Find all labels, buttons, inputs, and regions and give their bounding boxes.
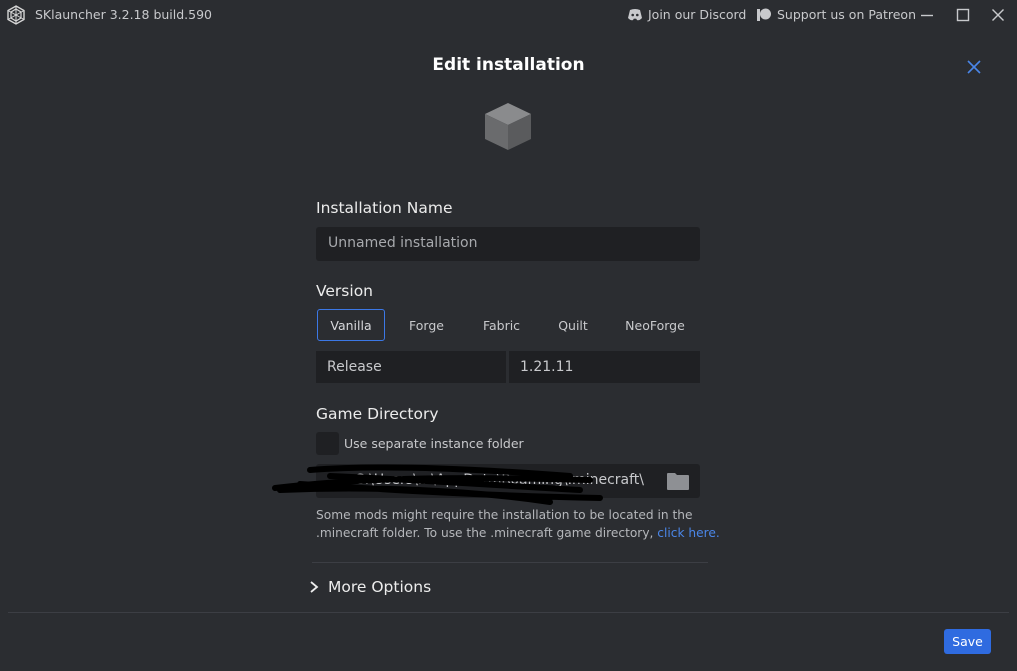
installation-name-label: Installation Name (316, 199, 453, 217)
footer-divider (8, 612, 1009, 613)
dialog-close-icon[interactable] (965, 58, 983, 76)
discord-icon (628, 8, 642, 20)
chevron-right-icon (310, 581, 319, 593)
dialog-title: Edit installation (432, 55, 585, 75)
tab-vanilla[interactable]: Vanilla (317, 309, 385, 341)
maximize-button[interactable] (953, 5, 973, 25)
separate-instance-label: Use separate instance folder (344, 436, 524, 451)
patreon-link-label: Support us on Patreon (777, 7, 917, 22)
folder-icon[interactable] (666, 471, 690, 491)
window-close-button[interactable] (988, 5, 1008, 25)
game-directory-input[interactable]: C:\Users\...\AppData\Roaming\.minecraft\ (316, 464, 700, 498)
separate-instance-checkbox[interactable] (316, 432, 339, 455)
game-directory-path: C:\Users\...\AppData\Roaming\.minecraft\ (354, 472, 644, 488)
more-options-toggle[interactable]: More Options (308, 578, 431, 596)
save-button[interactable]: Save (944, 629, 991, 654)
installation-name-input[interactable]: Unnamed installation (316, 227, 700, 261)
tab-fabric[interactable]: Fabric (470, 309, 533, 341)
discord-link[interactable]: Join our Discord (627, 7, 746, 22)
tab-neoforge[interactable]: NeoForge (614, 309, 696, 341)
minimize-button[interactable] (917, 5, 937, 25)
patreon-icon (757, 8, 771, 21)
app-logo-icon (7, 5, 25, 25)
discord-link-label: Join our Discord (648, 7, 747, 22)
game-directory-label: Game Directory (316, 405, 439, 423)
patreon-link[interactable]: Support us on Patreon (756, 7, 916, 22)
app-title: SKlauncher 3.2.18 build.590 (35, 7, 213, 22)
hint-line-1: Some mods might require the installation… (316, 508, 693, 522)
maximize-icon (956, 8, 970, 22)
version-select[interactable]: 1.21.11 (509, 351, 700, 383)
installation-name-placeholder: Unnamed installation (328, 235, 478, 251)
window-close-icon (992, 9, 1004, 21)
more-options-label: More Options (328, 578, 432, 596)
title-bar: SKlauncher 3.2.18 build.590 Join our Dis… (0, 0, 1017, 30)
tab-quilt[interactable]: Quilt (545, 309, 601, 341)
cube-icon (485, 103, 531, 150)
launcher-window: SKlauncher 3.2.18 build.590 Join our Dis… (0, 0, 1017, 671)
hint-line-2: .minecraft folder. To use the .minecraft… (316, 526, 654, 540)
release-type-select[interactable]: Release (316, 351, 506, 383)
version-label: Version (316, 282, 373, 300)
minimize-icon (921, 14, 933, 17)
use-minecraft-directory-link[interactable]: click here. (657, 526, 719, 540)
section-divider (312, 562, 708, 563)
tab-forge[interactable]: Forge (395, 309, 458, 341)
game-directory-hint: Some mods might require the installation… (316, 506, 720, 542)
